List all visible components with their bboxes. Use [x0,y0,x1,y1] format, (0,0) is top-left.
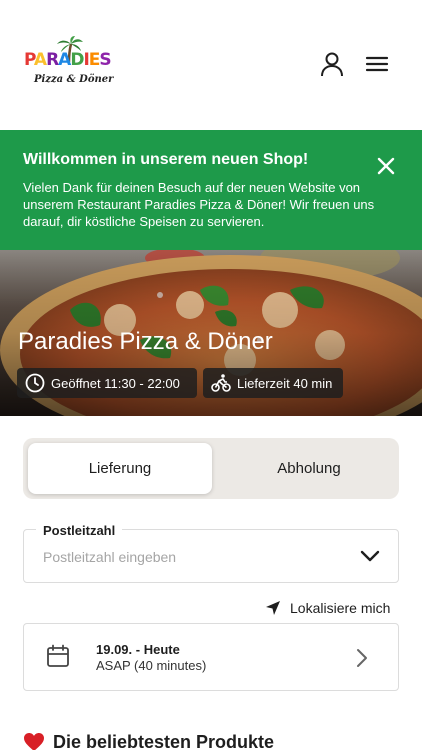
bicycle-icon [211,374,231,392]
restaurant-name: Paradies Pizza & Döner [18,328,273,355]
schedule-time: ASAP (40 minutes) [96,658,207,673]
logo-subtitle: Pizza & Döner [34,74,114,85]
heart-icon [24,733,44,750]
banner-text: Vielen Dank für deinen Besuch auf der ne… [23,180,375,229]
delivery-time-badge: Lieferzeit 40 min [203,368,343,398]
account-button[interactable] [318,50,346,78]
zip-code-label: Postleitzahl [36,523,123,539]
popular-products-heading: Die beliebtesten Produkte [23,730,274,750]
opening-hours-text: Geöffnet 11:30 - 22:00 [51,375,180,391]
popular-products-title: Die beliebtesten Produkte [53,731,275,750]
welcome-banner: Willkommen in unserem neuen Shop! Vielen… [0,130,422,250]
schedule-selector[interactable] [23,623,399,691]
chevron-down-icon[interactable] [359,548,381,564]
chevron-right-icon [357,649,367,667]
locate-me-link[interactable]: Lokalisiere mich [265,598,390,618]
banner-title: Willkommen in unserem neuen Shop! [23,151,309,168]
calendar-icon [47,644,69,667]
delivery-time-text: Lieferzeit 40 min [237,375,333,391]
zip-code-input[interactable] [43,549,343,565]
header: PARADIES Pizza & Döner [0,0,422,130]
schedule-date: 19.09. - Heute [96,642,180,657]
location-arrow-icon [266,601,280,615]
clock-icon [25,373,45,393]
locate-me-label: Lokalisiere mich [290,600,391,616]
opening-hours-badge: Geöffnet 11:30 - 22:00 [17,368,197,398]
order-mode-toggle: Lieferung Abholung [23,438,399,499]
restaurant-logo[interactable]: PARADIES Pizza & Döner [24,36,113,94]
close-icon[interactable] [374,154,398,178]
hamburger-menu-icon [365,56,389,72]
user-icon [321,52,343,77]
delivery-option[interactable]: Lieferung [28,443,212,494]
logo-wordmark: PARADIES [24,50,112,70]
menu-button[interactable] [363,50,391,78]
pickup-option[interactable]: Abholung [217,443,401,494]
